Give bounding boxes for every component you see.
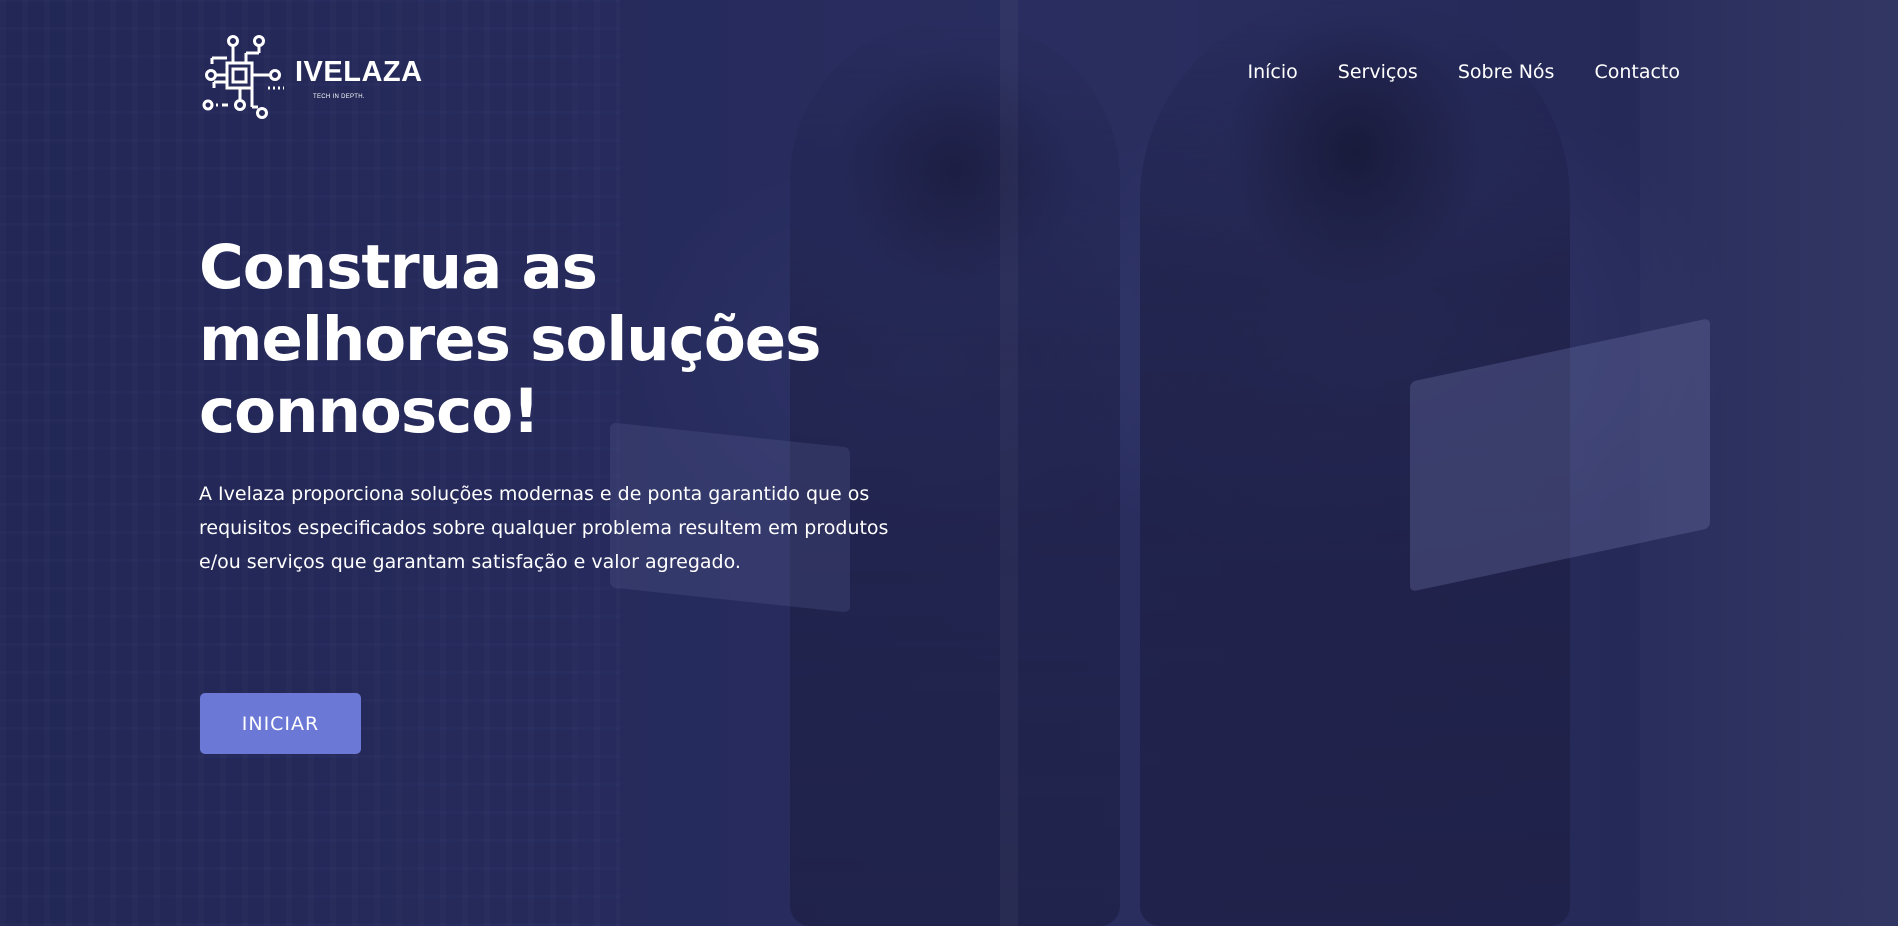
- nav-link-servicos[interactable]: Serviços: [1338, 61, 1418, 83]
- server-rack-background: [0, 0, 620, 926]
- hero-headline-line: connosco!: [199, 376, 540, 447]
- nav-link-sobre-nos[interactable]: Sobre Nós: [1458, 61, 1555, 83]
- nav-link-contacto[interactable]: Contacto: [1594, 61, 1680, 83]
- person-reflection-image: [790, 20, 1120, 926]
- laptop-image: [1410, 318, 1710, 592]
- nav-link-inicio[interactable]: Início: [1248, 61, 1298, 83]
- hero-dark-overlay: [0, 0, 1898, 926]
- main-navigation: Início Serviços Sobre Nós Contacto: [1248, 61, 1681, 83]
- hero-description: A Ivelaza proporciona soluções modernas …: [199, 483, 889, 573]
- glass-panel-edge: [1000, 0, 1018, 926]
- hero-headline-line: Construa as: [199, 232, 598, 303]
- hero-headline: Construa as melhores soluções connosco!: [199, 232, 919, 448]
- person-with-laptop-image: [1140, 0, 1570, 926]
- hallway-wall-background: [1640, 0, 1898, 926]
- circuit-chip-icon: [202, 35, 284, 119]
- start-button[interactable]: INICIAR: [200, 693, 361, 754]
- brand-logo[interactable]: IVELAZA TECH IN DEPTH.: [202, 30, 432, 122]
- brand-tagline: TECH IN DEPTH.: [313, 94, 365, 100]
- hero-section: IVELAZA TECH IN DEPTH. Início Serviços S…: [0, 0, 1898, 926]
- hero-headline-line: melhores soluções: [199, 304, 821, 375]
- brand-name: IVELAZA: [295, 56, 423, 88]
